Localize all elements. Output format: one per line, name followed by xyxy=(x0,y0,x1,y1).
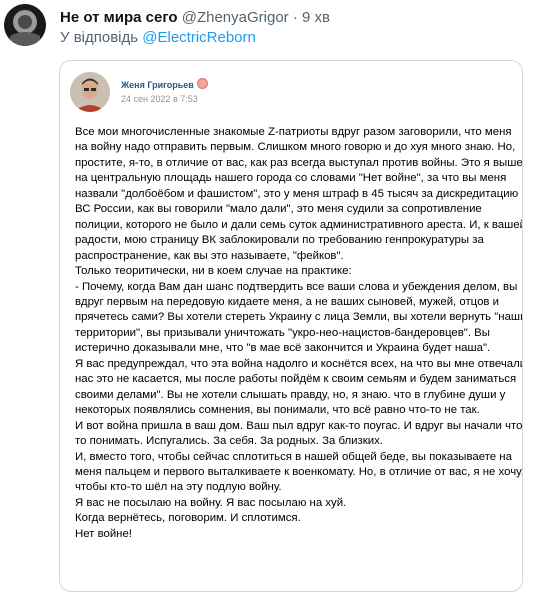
author-handle[interactable]: @ZhenyaGrigor xyxy=(182,9,289,26)
post-line: территории", вы призывали уничтожать "ук… xyxy=(75,326,490,339)
post-line: И, вместо того, чтобы сейчас сплотиться … xyxy=(75,450,512,463)
post-line: ВС России, как вы говорили "мало дали", … xyxy=(75,203,482,216)
post-line: истерично доказывали мне, что "в мае всё… xyxy=(75,342,491,355)
post-line: назвали "долбоёбом и фашистом", это у ме… xyxy=(75,187,519,200)
vk-author-name: Женя Григорьев xyxy=(121,78,208,90)
vk-author-avatar xyxy=(70,72,110,112)
post-line: простите, я-то, в отличие от вас, как ра… xyxy=(75,156,523,169)
attached-image-vk-post[interactable]: Женя Григорьев 24 сен 2022 в 7:53 Все мо… xyxy=(59,60,523,592)
post-line: чтобы кто-то шёл на эту подлую войну. xyxy=(75,481,282,494)
separator-dot: · xyxy=(292,9,298,26)
reply-context: У відповідь @ElectricReborn xyxy=(60,28,256,48)
vk-post-text: Все мои многочисленные знакомые Z-патрио… xyxy=(75,125,523,542)
post-line: И вот война пришла в ваш дом. Ваш пыл вд… xyxy=(75,419,523,432)
reply-prefix: У відповідь xyxy=(60,29,139,46)
post-line: - Почему, когда Вам дан шанс подтвердить… xyxy=(75,280,518,293)
post-line: Все мои многочисленные знакомые Z-патрио… xyxy=(75,126,512,138)
post-line: некоторых появлялись сомнения, вы понима… xyxy=(75,404,480,417)
post-line: Я вас не посылаю на войну. Я вас посылаю… xyxy=(75,496,347,509)
post-line: то понимать. Испугались. За себя. За род… xyxy=(75,435,383,448)
reply-to-link[interactable]: @ElectricReborn xyxy=(142,29,256,46)
post-line: Нет войне! xyxy=(75,527,132,540)
post-line: вдруг первым на передовую кидаете меня, … xyxy=(75,295,499,308)
post-line: Я вас предупреждал, что эта война надолг… xyxy=(75,357,523,370)
tweet-time[interactable]: 9 хв xyxy=(302,9,330,26)
post-line: распространение, как вы это называете, "… xyxy=(75,249,344,262)
post-line: Только теоритически, ни в коем случае на… xyxy=(75,265,352,278)
post-line: своими делами". Вы не хотели слышать пра… xyxy=(75,388,506,401)
author-name[interactable]: Не от мира сего xyxy=(60,9,178,26)
post-line: полиции, которого не было и дали семь су… xyxy=(75,218,523,231)
vk-author-name-text: Женя Григорьев xyxy=(121,80,194,90)
author-avatar[interactable] xyxy=(4,4,46,46)
post-line: радости, мою страницу ВК заблокировали п… xyxy=(75,234,484,247)
post-line: Когда вернётесь, поговорим. И сплотимся. xyxy=(75,512,301,525)
tweet-header: Не от мира сего @ZhenyaGrigor · 9 хв xyxy=(60,8,330,28)
post-line: меня пальцем и первого выталкиваете к во… xyxy=(75,465,523,478)
vk-post-date: 24 сен 2022 в 7:53 xyxy=(121,94,198,104)
emoji-icon xyxy=(196,78,208,89)
post-line: на войну надо отправить первым. Слишком … xyxy=(75,141,516,154)
post-line: нас это не касается, мы после работы пой… xyxy=(75,373,517,386)
post-line: на центральную площадь нашего города со … xyxy=(75,172,507,185)
post-line: прячетесь сами? Вы хотели стереть Украин… xyxy=(75,311,523,324)
